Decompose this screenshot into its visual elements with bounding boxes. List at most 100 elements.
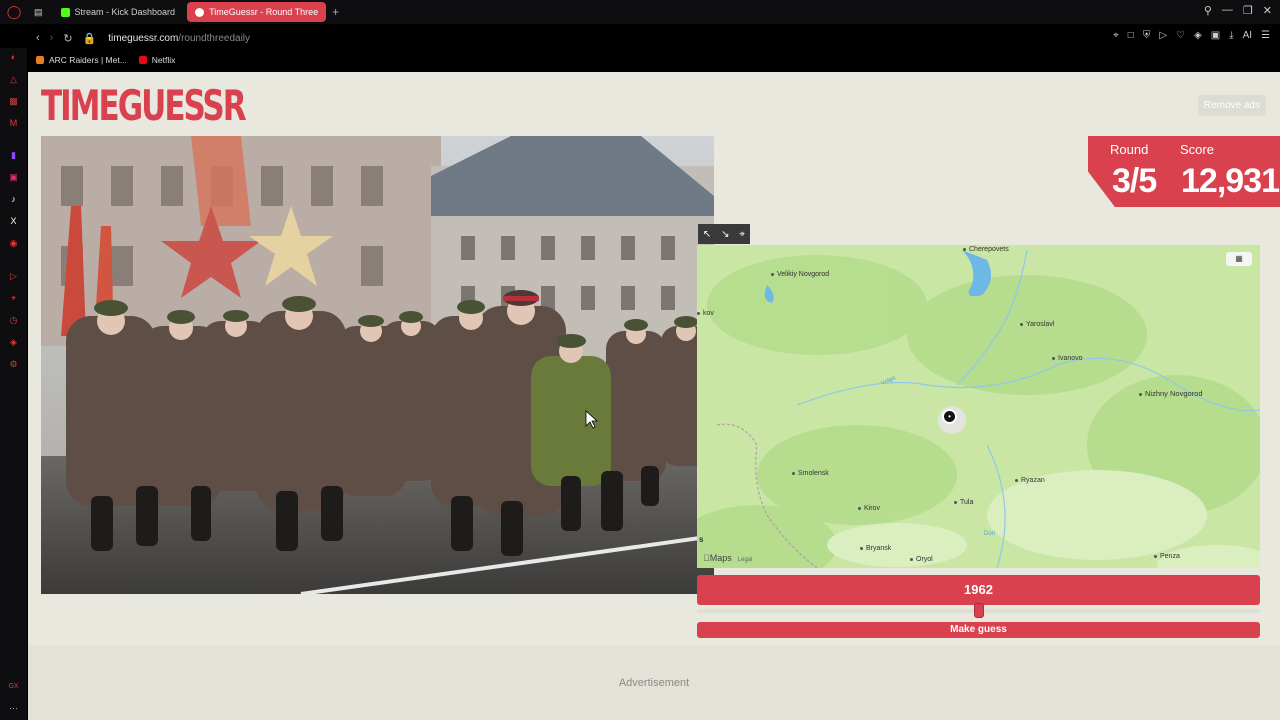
heart-icon[interactable]: ♡	[1176, 30, 1185, 41]
forward-icon[interactable]: ›	[50, 32, 54, 45]
twitch-icon[interactable]: ▮	[8, 150, 19, 161]
tab-label: Stream - Kick Dashboard	[74, 7, 176, 17]
bookmarks-bar: ARC Raiders | Met... Netflix	[28, 52, 175, 68]
opera-logo-icon[interactable]: ◯	[0, 4, 28, 20]
shrink-map-icon[interactable]: ↘	[721, 229, 729, 240]
pin-dot-icon: •	[948, 412, 951, 421]
url-field[interactable]: timeguessr.com/roundthreedaily	[108, 33, 250, 44]
round-value: 3/5	[1112, 162, 1157, 200]
gaming-icon[interactable]: △	[8, 74, 19, 85]
play-icon[interactable]: ▷	[1159, 30, 1167, 41]
twitch-feed-icon[interactable]: ▩	[8, 96, 19, 107]
ai-button[interactable]: AI	[1243, 30, 1252, 41]
bookmark-arc-raiders[interactable]: ARC Raiders | Met...	[36, 55, 127, 65]
maps-attribution-label: Maps	[703, 553, 732, 563]
netflix-icon	[138, 56, 147, 64]
tiktok-icon[interactable]: ♪	[8, 194, 19, 205]
place-velikiy-novgorod: Velikiy Novgorod	[771, 271, 829, 278]
reload-icon[interactable]: ↻	[63, 32, 72, 45]
url-path: /roundthreedaily	[178, 32, 251, 44]
place-kirov: Kirov	[858, 505, 880, 512]
pin-map-icon[interactable]: ⌖	[739, 229, 745, 240]
map-edge-letter: s	[699, 535, 704, 544]
search-icon[interactable]: ⚲	[1204, 4, 1212, 17]
workspaces-icon: ▤	[34, 6, 43, 17]
extensions-icon[interactable]: ◈	[1194, 30, 1202, 41]
tab-kick-dashboard[interactable]: Stream - Kick Dashboard	[53, 2, 184, 22]
aria-icon[interactable]: ◐	[8, 52, 19, 63]
wallet-icon[interactable]: ▣	[1211, 30, 1220, 41]
place-smolensk: Smolensk	[792, 470, 829, 477]
parade-photo-illustration	[41, 136, 714, 594]
bookmark-label: Netflix	[151, 55, 176, 65]
guess-pin-marker[interactable]: •	[942, 409, 957, 424]
back-icon[interactable]: ‹	[36, 32, 40, 45]
year-display: 1962	[697, 575, 1260, 605]
shield-icon[interactable]: ⛨	[1143, 30, 1151, 41]
close-icon[interactable]: ✕	[1263, 4, 1272, 17]
pin-icon[interactable]: ⌖	[1113, 30, 1119, 41]
tab-label: TimeGuessr - Round Three	[209, 7, 319, 17]
tab-workspaces[interactable]: ▤	[28, 2, 49, 22]
place-kov: kov	[697, 310, 714, 317]
place-penza: Penza	[1154, 553, 1180, 560]
place-ivanovo: Ivanovo	[1052, 355, 1083, 362]
place-yaroslavl: Yaroslavl	[1020, 321, 1054, 328]
place-ryazan: Ryazan	[1015, 477, 1045, 484]
kick-icon	[60, 7, 70, 17]
make-guess-button[interactable]: Make guess	[697, 622, 1260, 638]
arc-raiders-icon	[36, 56, 44, 64]
minimize-icon[interactable]: —	[1222, 4, 1233, 17]
player-icon[interactable]: ▷	[8, 271, 19, 282]
discord-icon[interactable]: ◉	[8, 238, 19, 249]
bookmark-netflix[interactable]: Netflix	[138, 55, 176, 65]
legal-link[interactable]: Legal	[738, 557, 753, 563]
lock-icon: 🔒	[82, 32, 97, 45]
pinboard-icon[interactable]: ⌖	[8, 293, 19, 304]
score-value: 12,931	[1181, 162, 1280, 200]
river-don-label: Don	[984, 531, 996, 537]
tab-timeguessr[interactable]: TimeGuessr - Round Three	[187, 2, 327, 22]
new-tab-button[interactable]: +	[332, 5, 339, 19]
map-resize-controls: ↖ ↘ ⌖	[698, 224, 750, 244]
timeguessr-page: TIMEGUESSR Remove ads Round 3/5 Score 12…	[28, 72, 1280, 720]
messenger-icon[interactable]: M	[8, 118, 19, 129]
instagram-icon[interactable]: ▣	[8, 172, 19, 183]
advertisement-label: Advertisement	[618, 677, 690, 689]
extensions-sidebar-icon[interactable]: ◈	[8, 337, 19, 348]
x-icon[interactable]: X	[8, 216, 19, 227]
download-icon[interactable]: ⤓	[1229, 30, 1233, 41]
menu-icon[interactable]: ☰	[1261, 30, 1270, 41]
timeguessr-logo[interactable]: TIMEGUESSR	[41, 82, 247, 131]
maps-attribution: Maps Legal	[703, 553, 752, 563]
map-terrain	[697, 245, 1260, 568]
place-cherepovets: Cherepovets	[963, 246, 1009, 253]
guess-map[interactable]: Cherepovets Velikiy Novgorod Yaroslavl I…	[697, 245, 1260, 568]
browser-tab-bar: ◯ ▤ Stream - Kick Dashboard TimeGuessr -…	[0, 0, 1280, 24]
gx-icon[interactable]: GX	[8, 681, 19, 692]
advertisement-area: Advertisement	[28, 645, 1280, 720]
year-slider-thumb[interactable]	[973, 603, 984, 618]
apple-icon: 	[703, 553, 710, 563]
browser-sidebar: ◐ △ ▩ M ▮ ▣ ♪ X ◉ ▷ ⌖ ◷ ◈ ⚙ GX ⋯	[0, 48, 27, 720]
timeguessr-favicon	[195, 7, 205, 17]
score-label: Score	[1180, 142, 1214, 157]
expand-map-icon[interactable]: ↖	[703, 229, 711, 240]
place-nizhny-novgorod: Nizhny Novgorod	[1139, 389, 1203, 398]
remove-ads-button[interactable]: Remove ads	[1197, 95, 1266, 116]
bookmark-label: ARC Raiders | Met...	[49, 55, 127, 65]
map-style-toggle[interactable]: ▦	[1226, 252, 1252, 266]
url-host: timeguessr.com	[108, 32, 179, 44]
history-icon[interactable]: ◷	[8, 315, 19, 326]
round-label: Round	[1110, 142, 1149, 157]
place-bryansk: Bryansk	[860, 545, 891, 552]
restore-icon[interactable]: ❐	[1243, 4, 1253, 17]
place-tula: Tula	[954, 499, 973, 506]
window-controls: ⚲ — ❐ ✕	[1204, 4, 1272, 17]
snapshot-icon[interactable]: □	[1128, 30, 1134, 41]
map-icon: ▦	[1235, 254, 1243, 263]
settings-icon[interactable]: ⚙	[8, 359, 19, 370]
round-photo[interactable]	[41, 136, 714, 594]
address-bar: ‹ › ↻ 🔒 timeguessr.com/roundthreedaily ⌖…	[28, 26, 1280, 50]
more-icon[interactable]: ⋯	[8, 703, 19, 714]
